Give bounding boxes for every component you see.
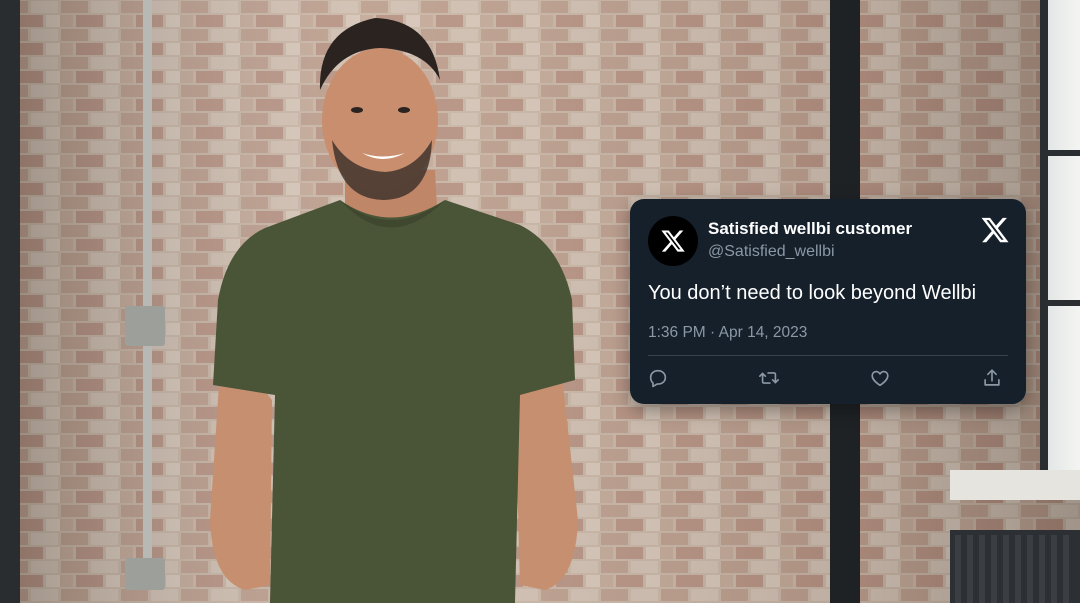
reply-icon [649,369,667,388]
photo-scene: Satisfied wellbi customer @Satisfied_wel… [0,0,1080,603]
like-button[interactable] [869,367,891,389]
tweet-card[interactable]: Satisfied wellbi customer @Satisfied_wel… [630,199,1026,404]
tweet-text: You don’t need to look beyond Wellbi [648,282,977,304]
x-logo-icon [981,217,1009,243]
avatar[interactable] [648,216,698,266]
tweet-timestamp[interactable]: 1:36 PM · Apr 14, 2023 [648,324,807,342]
retweet-icon [759,372,779,384]
like-icon [871,370,889,387]
user-handle[interactable]: @Satisfied_wellbi [708,243,835,261]
reply-button[interactable] [647,367,669,389]
retweet-button[interactable] [758,367,780,389]
display-name[interactable]: Satisfied wellbi customer [708,219,912,239]
share-button[interactable] [981,367,1003,389]
x-logo-icon [661,230,685,252]
divider [648,355,1008,356]
share-icon [984,369,1000,386]
